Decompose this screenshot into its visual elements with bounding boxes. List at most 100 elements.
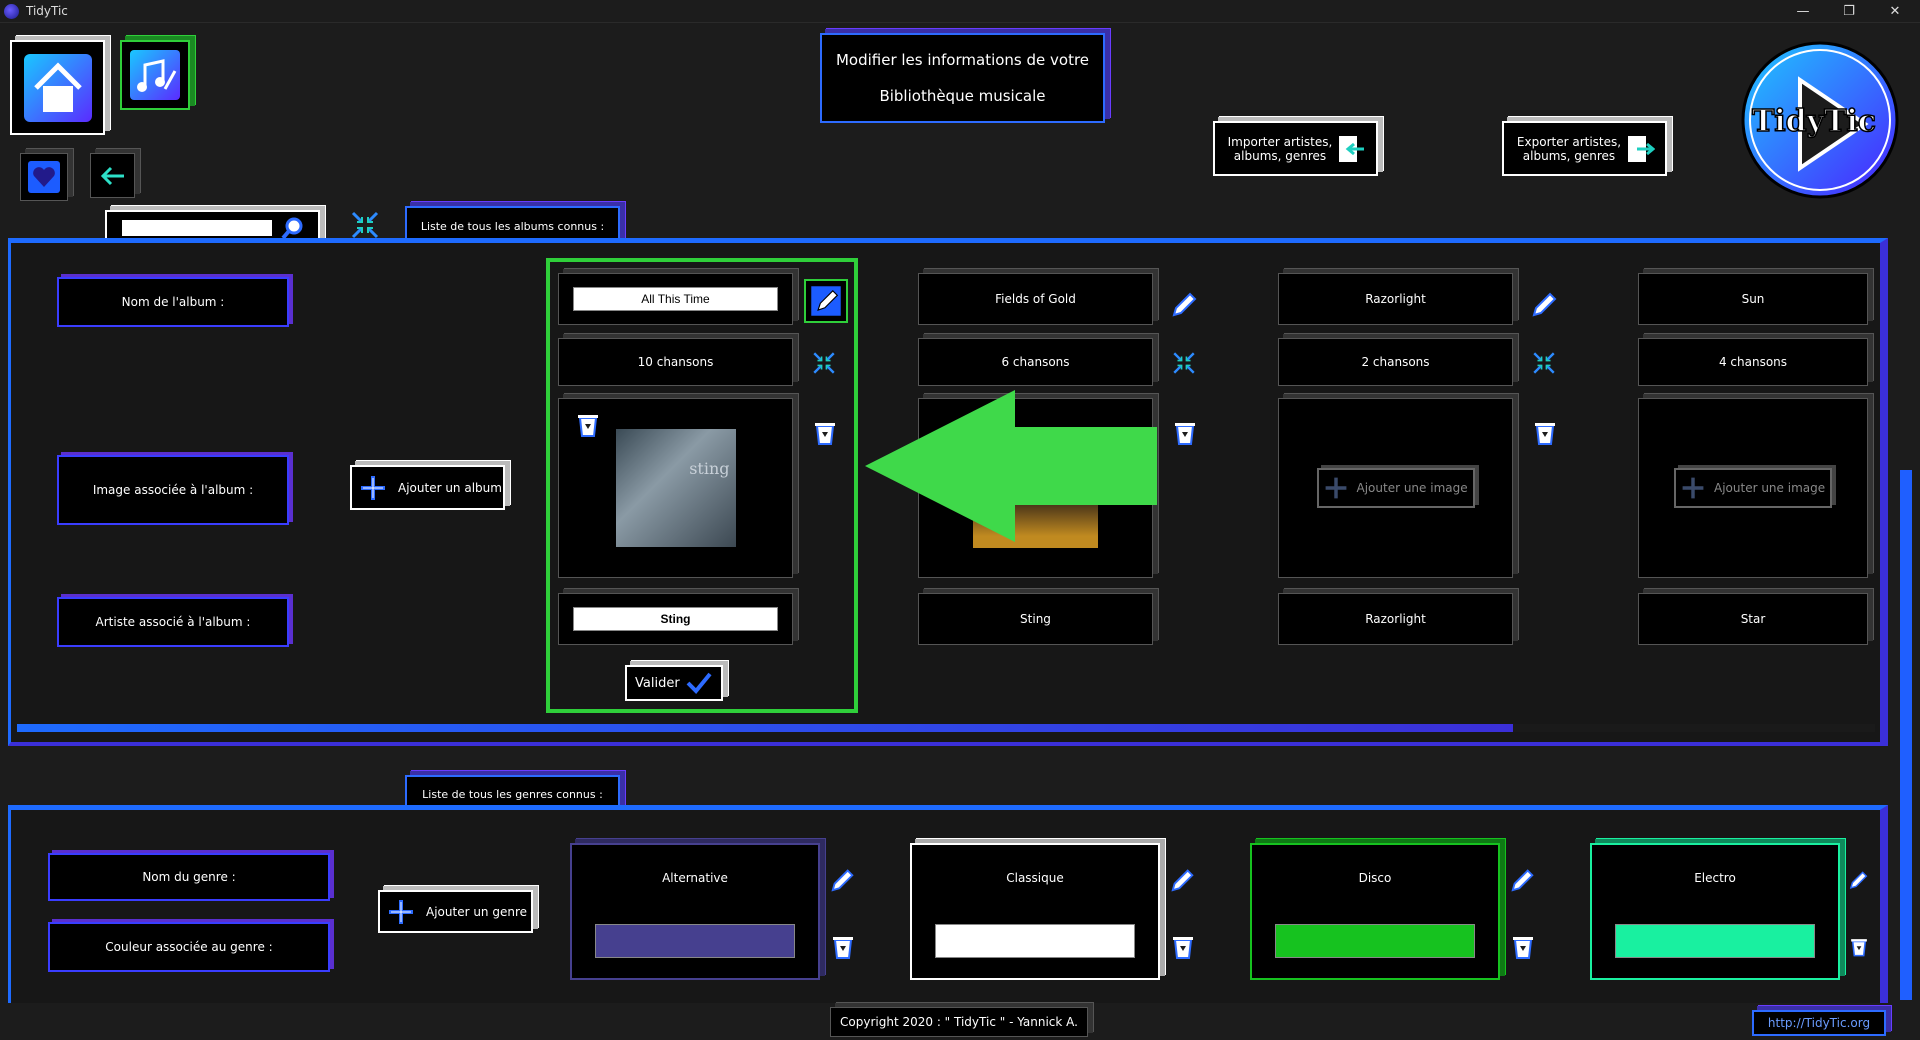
add-image-label: Ajouter une image — [1356, 481, 1468, 495]
delete-image-button[interactable] — [573, 410, 603, 440]
window-title: TidyTic — [26, 4, 68, 18]
genre-color-label: Couleur associée au genre : — [48, 922, 330, 972]
album-artist-cell: Razorlight — [1278, 593, 1513, 645]
delete-album-button[interactable] — [1170, 418, 1200, 448]
collapse-arrows-icon — [1533, 352, 1555, 374]
expand-songs-button[interactable] — [1170, 349, 1198, 377]
trash-icon — [833, 937, 853, 959]
album-songs-count: 2 chansons — [1278, 338, 1513, 386]
edit-album-button[interactable] — [804, 279, 848, 323]
collapse-albums-button[interactable] — [348, 208, 382, 242]
album-name-cell: Fields of Gold — [918, 273, 1153, 325]
export-button[interactable]: Exporter artistes, albums, genres — [1502, 121, 1667, 176]
add-album-button[interactable]: Ajouter un album — [350, 465, 505, 510]
collapse-arrows-icon — [351, 211, 379, 239]
edit-album-button[interactable] — [1528, 286, 1562, 320]
heart-icon — [28, 161, 60, 193]
delete-genre-button[interactable] — [1508, 932, 1538, 962]
add-image-button[interactable]: Ajouter une image — [1316, 468, 1475, 508]
album-name-label: Nom de l'album : — [57, 277, 289, 327]
trash-icon — [1535, 423, 1555, 445]
add-album-label: Ajouter un album — [398, 480, 502, 495]
edit-genre-button[interactable] — [1848, 864, 1870, 894]
genre-color-swatch — [595, 924, 795, 958]
back-button[interactable] — [90, 153, 135, 198]
validate-label: Valider — [635, 675, 680, 691]
page-scrollbar-thumb[interactable] — [1900, 470, 1912, 1000]
genre-card[interactable]: Alternative — [570, 843, 820, 980]
minimize-button[interactable]: — — [1780, 0, 1826, 23]
album-image-cell: Ajouter une image — [1278, 398, 1513, 578]
albums-scroll-track[interactable] — [17, 724, 1875, 732]
check-icon — [686, 672, 712, 694]
album-artist-cell: Sting — [918, 593, 1153, 645]
album-cover-image: sting — [615, 429, 736, 547]
album-songs-count: 4 chansons — [1638, 338, 1868, 386]
close-button[interactable]: ✕ — [1872, 0, 1918, 23]
album-artist-input[interactable] — [573, 607, 778, 631]
delete-genre-button[interactable] — [828, 932, 858, 962]
delete-genre-button[interactable] — [1848, 932, 1870, 962]
album-artist-cell: Star — [1638, 593, 1868, 645]
albums-scroll-thumb[interactable] — [17, 724, 1513, 732]
validate-button[interactable]: Valider — [625, 665, 723, 701]
genre-card[interactable]: Electro — [1590, 843, 1840, 980]
music-edit-button[interactable] — [120, 40, 190, 110]
genre-color-swatch — [935, 924, 1135, 958]
plus-icon — [1682, 477, 1704, 499]
export-label: Exporter artistes, albums, genres — [1516, 134, 1622, 163]
trash-icon — [1851, 939, 1867, 957]
tidytic-logo: TidyTic — [1740, 40, 1900, 200]
left-arrow-overlay-icon — [865, 390, 1157, 542]
genre-name: Classique — [1006, 871, 1064, 885]
album-cover-text: sting — [689, 459, 730, 478]
pencil-icon — [1532, 292, 1557, 317]
home-button[interactable] — [10, 40, 105, 135]
trash-icon — [1175, 423, 1195, 445]
delete-genre-button[interactable] — [1168, 932, 1198, 962]
album-artist-label: Artiste associé à l'album : — [57, 597, 289, 647]
page-title-line2: Bibliothèque musicale — [879, 87, 1046, 105]
pencil-icon — [1172, 292, 1197, 317]
edit-genre-button[interactable] — [828, 864, 858, 894]
collapse-arrows-icon — [813, 352, 835, 374]
export-icon — [1628, 135, 1655, 162]
album-artist-cell — [558, 593, 793, 645]
pencil-icon — [1171, 869, 1194, 892]
page-title-line1: Modifier les informations de votre — [835, 51, 1090, 69]
genre-name: Alternative — [662, 871, 728, 885]
album-name-cell: Razorlight — [1278, 273, 1513, 325]
back-arrow-icon — [100, 166, 124, 185]
album-name-input[interactable] — [573, 287, 778, 311]
edit-album-button[interactable] — [1168, 286, 1202, 320]
add-genre-button[interactable]: Ajouter un genre — [378, 890, 533, 933]
import-button[interactable]: Importer artistes, albums, genres — [1213, 121, 1378, 176]
search-input[interactable] — [122, 220, 272, 236]
footer-link[interactable]: http://TidyTic.org — [1752, 1010, 1886, 1036]
genre-name-label: Nom du genre : — [48, 853, 330, 901]
home-icon — [23, 53, 92, 122]
genre-card[interactable]: Classique — [910, 843, 1160, 980]
favorites-button[interactable] — [20, 153, 68, 201]
genre-name: Electro — [1694, 871, 1736, 885]
logo-text: TidyTic — [1751, 103, 1877, 140]
expand-songs-button[interactable] — [1530, 349, 1558, 377]
pencil-icon — [1849, 871, 1868, 889]
restore-button[interactable]: ❐ — [1826, 0, 1872, 23]
delete-album-button[interactable] — [810, 418, 840, 448]
add-image-button[interactable]: Ajouter une image — [1674, 468, 1832, 508]
album-name-cell — [558, 273, 793, 325]
edit-genre-button[interactable] — [1508, 864, 1538, 894]
trash-icon — [815, 423, 835, 445]
genre-card[interactable]: Disco — [1250, 843, 1500, 980]
add-genre-label: Ajouter un genre — [426, 904, 528, 919]
edit-genre-button[interactable] — [1168, 864, 1198, 894]
expand-songs-button[interactable] — [810, 349, 838, 377]
trash-icon — [1513, 937, 1533, 959]
delete-album-button[interactable] — [1530, 418, 1560, 448]
genre-color-swatch — [1615, 924, 1815, 958]
import-label: Importer artistes, albums, genres — [1227, 134, 1333, 163]
page-title: Modifier les informations de votre Bibli… — [820, 33, 1105, 123]
album-name-cell: Sun — [1638, 273, 1868, 325]
album-songs-count: 6 chansons — [918, 338, 1153, 386]
